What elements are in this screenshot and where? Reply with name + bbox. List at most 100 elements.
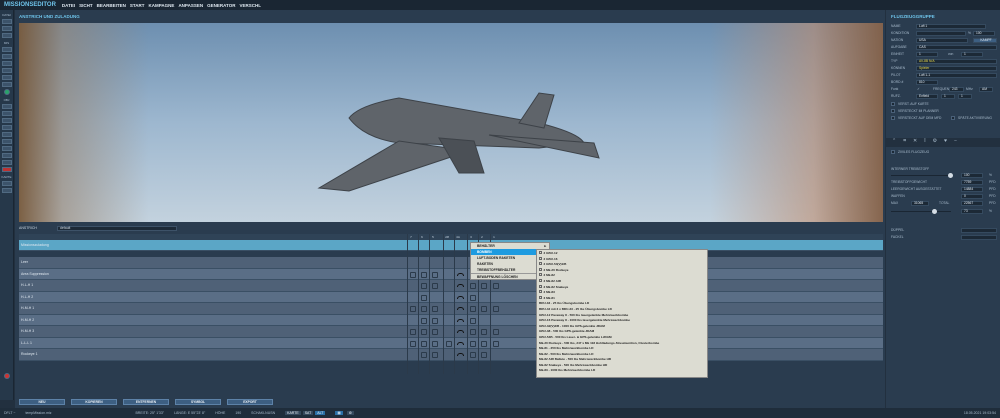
weather-icon[interactable]	[1, 54, 12, 59]
store-slot-icon[interactable]	[481, 283, 487, 289]
copy-button[interactable]: KOPIEREN	[71, 399, 117, 405]
table-row[interactable]: H-L-H 1	[19, 280, 883, 292]
task-select[interactable]: CAS	[916, 45, 997, 50]
helicopter-icon[interactable]	[1, 111, 12, 116]
pylon-store-icon[interactable]	[457, 307, 464, 310]
combat-button[interactable]: KAMPF	[973, 38, 997, 43]
store-slot-icon[interactable]	[432, 340, 438, 347]
condition-input[interactable]	[916, 31, 966, 36]
hidden-in-planner-checkbox[interactable]: VERSTECKT IM PLANNER	[891, 109, 997, 114]
pylon-store-icon[interactable]	[457, 330, 464, 333]
ruler-icon[interactable]	[1, 160, 12, 165]
payload-tab-icon[interactable]: ♥	[944, 138, 947, 147]
store-slot-icon[interactable]	[481, 306, 487, 312]
mode-select[interactable]: DFLT ~	[4, 411, 15, 415]
store-slot-icon[interactable]	[470, 340, 476, 347]
vehicle-icon[interactable]	[1, 118, 12, 123]
map-button[interactable]: KARTE	[285, 411, 301, 415]
menu-start[interactable]: START	[130, 3, 145, 8]
unit-total[interactable]: 1	[961, 52, 983, 57]
globe-icon[interactable]	[3, 89, 10, 95]
menu-anpassen[interactable]: ANPASSEN	[178, 3, 203, 8]
save-icon[interactable]	[1, 26, 12, 31]
export-button[interactable]: EXPORT	[227, 399, 273, 405]
mission-icon[interactable]	[1, 47, 12, 52]
nation-select[interactable]: USA	[916, 38, 968, 43]
store-slot-icon[interactable]	[421, 352, 427, 358]
store-slot-icon[interactable]	[410, 306, 416, 312]
store-slot-icon[interactable]	[432, 271, 438, 278]
table-row-selected[interactable]: Missionszuladung	[19, 240, 883, 251]
store-slot-icon[interactable]	[432, 283, 438, 289]
radio-checkbox[interactable]: ✓	[917, 87, 920, 91]
pylon-store-icon[interactable]	[457, 318, 464, 322]
board-input[interactable]: 810	[916, 80, 938, 85]
late-activation-checkbox[interactable]: SPÄTE AKTIVIERUNG	[951, 116, 992, 121]
briefing-icon[interactable]	[1, 75, 12, 80]
pylon-store-icon[interactable]	[457, 353, 464, 356]
store-slot-icon[interactable]	[432, 306, 438, 312]
store-slot-icon[interactable]	[481, 340, 487, 347]
table-row[interactable]: Leer	[19, 257, 883, 269]
civil-aircraft-checkbox[interactable]: ZIVILES FLUGZEUG	[891, 150, 997, 155]
unit-stepper[interactable]: 1	[916, 52, 938, 57]
trigger-icon[interactable]	[1, 61, 12, 66]
fuel-pct-input[interactable]: 100	[961, 173, 983, 178]
callsign-num2[interactable]: 1	[958, 94, 972, 99]
table-row[interactable]: H-M-H 1	[19, 303, 883, 315]
store-slot-icon[interactable]	[432, 317, 438, 324]
zone-icon[interactable]	[1, 146, 12, 151]
new-button[interactable]: NEU	[19, 399, 65, 405]
store-slot-icon[interactable]	[421, 340, 427, 347]
store-slot-icon[interactable]	[470, 352, 476, 358]
submenu-item[interactable]: Mk-83 - 1000 lbs Mehrzweckbombe LD	[537, 368, 707, 374]
store-slot-icon[interactable]	[481, 329, 487, 335]
settings-icon[interactable]: ⚙	[346, 411, 354, 415]
store-slot-icon[interactable]	[410, 340, 416, 347]
store-slot-icon[interactable]	[446, 340, 452, 347]
nav-icon[interactable]	[1, 153, 12, 158]
store-slot-icon[interactable]	[432, 352, 438, 358]
pylon-store-icon[interactable]	[457, 295, 464, 299]
power-icon[interactable]	[3, 373, 10, 379]
table-row[interactable]: H-M-H 2	[19, 314, 883, 326]
store-slot-icon[interactable]	[470, 283, 476, 289]
map-options-icon[interactable]	[1, 188, 12, 193]
name-input[interactable]: Luft 1	[916, 24, 986, 29]
store-slot-icon[interactable]	[493, 329, 499, 335]
callsign-select[interactable]: Enfield	[916, 94, 938, 99]
menu-generator[interactable]: GENERATOR	[207, 3, 235, 8]
loadout-tab-icon[interactable]: ⌗	[903, 138, 906, 147]
store-slot-icon[interactable]	[421, 283, 427, 289]
summary-tab-icon[interactable]: I	[924, 138, 925, 147]
frequency-input[interactable]: 243	[949, 87, 964, 92]
map-icon[interactable]	[1, 181, 12, 186]
grid-toggle-icon[interactable]: ▦	[335, 411, 343, 415]
ship-icon[interactable]	[1, 125, 12, 130]
store-slot-icon[interactable]	[421, 294, 427, 301]
hidden-on-map-checkbox[interactable]: VERST. AUF KARTE	[891, 102, 997, 107]
route-tab-icon[interactable]: ⌃	[892, 138, 896, 147]
table-row[interactable]: L-L-L 1	[19, 337, 883, 349]
table-row[interactable]: Rockeye 1	[19, 349, 883, 361]
table-row[interactable]: H-L-H 2	[19, 291, 883, 303]
condition-value[interactable]: 100	[973, 31, 995, 36]
goals-icon[interactable]	[1, 68, 12, 73]
store-slot-icon[interactable]	[421, 271, 427, 278]
store-slot-icon[interactable]	[493, 306, 499, 312]
pylon-store-icon[interactable]	[457, 284, 464, 287]
store-slot-icon[interactable]	[421, 317, 427, 324]
alt-map-button[interactable]: ALT	[315, 411, 326, 415]
aircraft-icon[interactable]	[1, 104, 12, 109]
new-icon[interactable]	[1, 33, 12, 38]
menu-bearbeiten[interactable]: BEARBEITEN	[97, 3, 126, 8]
open-icon[interactable]	[1, 19, 12, 24]
store-slot-icon[interactable]	[421, 329, 427, 335]
store-slot-icon[interactable]	[410, 329, 416, 335]
skill-select[interactable]: Spieler	[916, 66, 997, 71]
options-icon[interactable]	[1, 82, 12, 87]
pylon-store-icon[interactable]	[457, 272, 464, 276]
store-slot-icon[interactable]	[493, 340, 499, 347]
store-slot-icon[interactable]	[470, 294, 476, 301]
modulation-select[interactable]: AM	[979, 87, 993, 92]
